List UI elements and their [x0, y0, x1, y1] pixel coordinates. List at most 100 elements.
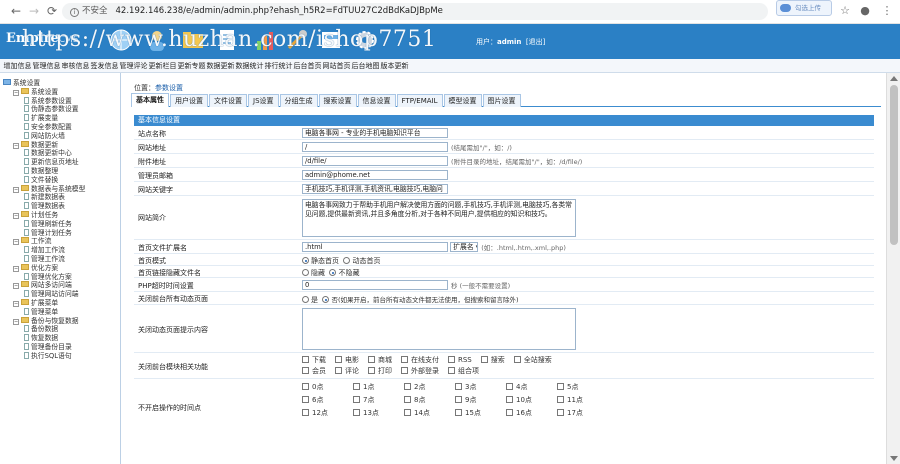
sidebar-item[interactable]: 更新信息页地址: [0, 158, 120, 167]
module-checkbox[interactable]: [448, 356, 455, 363]
hour-checkbox[interactable]: [302, 383, 309, 390]
sidebar-item[interactable]: 管理备份目录: [0, 342, 120, 352]
sidebar-item[interactable]: 伪静态参数设置: [0, 105, 120, 114]
sidebar-item[interactable]: 管理优化方案: [0, 272, 120, 282]
menu-item[interactable]: 后台首页: [293, 59, 322, 73]
extension-button[interactable]: 勾选上传: [776, 0, 832, 16]
sidebar-item[interactable]: 新建数据表: [0, 193, 120, 202]
collapse-toggle-icon[interactable]: −: [13, 318, 19, 325]
collapse-toggle-icon[interactable]: −: [13, 142, 19, 149]
forward-arrow-icon[interactable]: →: [26, 3, 42, 19]
hour-checkbox[interactable]: [353, 396, 360, 403]
tab-4[interactable]: 分组生成: [279, 94, 318, 107]
tab-5[interactable]: 搜索设置: [318, 94, 357, 107]
menu-item[interactable]: 签发信息: [90, 59, 119, 73]
collapse-toggle-icon[interactable]: −: [13, 212, 19, 219]
page-scrollbar[interactable]: [886, 73, 900, 464]
site-url-input[interactable]: /: [302, 142, 448, 152]
sidebar-item[interactable]: 网站防火墙: [0, 131, 120, 141]
collapse-toggle-icon[interactable]: −: [13, 283, 19, 290]
sidebar-item[interactable]: 管理数据表: [0, 202, 120, 211]
module-checkbox[interactable]: [335, 367, 342, 374]
hour-checkbox[interactable]: [557, 383, 564, 390]
scrollbar-thumb[interactable]: [890, 85, 898, 245]
tab-1[interactable]: 用户设置: [170, 94, 208, 107]
logout-link[interactable]: [退出]: [526, 38, 545, 46]
menu-item[interactable]: 审核信息: [61, 59, 90, 73]
hour-checkbox[interactable]: [506, 383, 513, 390]
sidebar-item[interactable]: 恢复数据: [0, 334, 120, 343]
close-tip-textarea[interactable]: [302, 308, 576, 350]
sidebar-item[interactable]: 管理刷新任务: [0, 219, 120, 229]
attach-dir-input[interactable]: /d/file/: [302, 156, 448, 166]
tab-8[interactable]: 模型设置: [443, 94, 482, 107]
hour-checkbox[interactable]: [353, 409, 360, 416]
sidebar-item[interactable]: − 工作流: [0, 237, 120, 246]
back-arrow-icon[interactable]: ←: [8, 3, 24, 19]
sidebar-item[interactable]: 备份数据: [0, 325, 120, 334]
sidebar-item[interactable]: 安全参数配置: [0, 122, 120, 132]
collapse-toggle-icon[interactable]: −: [13, 89, 19, 96]
hour-checkbox[interactable]: [557, 396, 564, 403]
close-front-yes-radio[interactable]: [302, 296, 309, 303]
menu-item[interactable]: 后台地图: [351, 59, 380, 73]
hour-checkbox[interactable]: [506, 396, 513, 403]
hour-checkbox[interactable]: [353, 383, 360, 390]
tab-3[interactable]: JS设置: [248, 94, 279, 107]
sidebar-item[interactable]: 执行SQL语句: [0, 351, 120, 361]
sidebar-item[interactable]: 管理网站访问端: [0, 290, 120, 299]
sidebar-item[interactable]: − 网站多访问端: [0, 281, 120, 290]
timeout-input[interactable]: 0: [302, 280, 448, 290]
menu-item[interactable]: 管理信息: [32, 59, 61, 73]
mode-static-radio[interactable]: [302, 257, 309, 264]
menu-item[interactable]: 增加信息: [3, 59, 32, 73]
tab-6[interactable]: 信息设置: [357, 94, 396, 107]
sidebar-item[interactable]: 文件替换: [0, 175, 120, 185]
ext-input[interactable]: .html: [302, 242, 448, 252]
sidebar-item[interactable]: 数据更新中心: [0, 149, 120, 158]
security-warning[interactable]: i 不安全: [70, 6, 108, 17]
scroll-up-icon[interactable]: [890, 76, 898, 81]
menu-item[interactable]: 管理评论: [119, 59, 148, 73]
profile-icon[interactable]: ●: [858, 4, 872, 18]
tab-7[interactable]: FTP/EMAIL: [396, 94, 443, 107]
scroll-down-icon[interactable]: [890, 456, 898, 461]
hour-checkbox[interactable]: [455, 396, 462, 403]
keywords-input[interactable]: 手机技巧,手机评测,手机资讯,电脑技巧,电脑问: [302, 184, 448, 194]
menu-item[interactable]: 数据更新: [206, 59, 235, 73]
tab-2[interactable]: 文件设置: [209, 94, 247, 107]
sidebar-item[interactable]: − 扩展菜单: [0, 298, 120, 308]
module-checkbox[interactable]: [480, 356, 488, 363]
menu-item[interactable]: 网站首页: [322, 59, 351, 73]
hour-checkbox[interactable]: [506, 409, 513, 416]
mode-dynamic-radio[interactable]: [343, 257, 351, 264]
address-bar[interactable]: i 不安全 42.192.146.238/e/admin/admin.php?eha…: [62, 3, 768, 20]
close-front-no-radio[interactable]: [322, 296, 330, 303]
sidebar-item[interactable]: 管理计划任务: [0, 228, 120, 238]
hour-checkbox[interactable]: [404, 409, 411, 416]
hide-index-no-radio[interactable]: [329, 269, 337, 276]
module-checkbox[interactable]: [401, 367, 408, 374]
collapse-toggle-icon[interactable]: −: [13, 300, 19, 307]
collapse-toggle-icon[interactable]: −: [13, 186, 19, 193]
sidebar-item[interactable]: 扩展变量: [0, 114, 120, 123]
module-checkbox[interactable]: [302, 356, 309, 363]
sidebar-item[interactable]: 管理工作流: [0, 254, 120, 264]
module-checkbox[interactable]: [448, 367, 455, 374]
sidebar-item[interactable]: − 系统设置: [0, 87, 120, 97]
reload-icon[interactable]: ⟳: [44, 3, 60, 19]
kebab-menu-icon[interactable]: ⋮: [880, 4, 894, 18]
module-checkbox[interactable]: [302, 367, 309, 374]
sidebar-item[interactable]: 管理菜单: [0, 307, 120, 317]
breadcrumb-link[interactable]: 参数设置: [155, 84, 183, 92]
module-checkbox[interactable]: [368, 367, 375, 374]
hour-checkbox[interactable]: [404, 383, 411, 390]
tab-9[interactable]: 图片设置: [482, 94, 521, 107]
sidebar-item[interactable]: 增加工作流: [0, 246, 120, 255]
hour-checkbox[interactable]: [455, 383, 462, 390]
hour-checkbox[interactable]: [404, 396, 411, 403]
module-checkbox[interactable]: [335, 356, 342, 363]
menu-item[interactable]: 排行统计: [264, 59, 293, 73]
hour-checkbox[interactable]: [557, 409, 564, 416]
intro-textarea[interactable]: 电脑各事网致力于帮助手机用户解决使用方面的问题,手机技巧,手机评测,电脑技巧,各…: [302, 199, 576, 237]
